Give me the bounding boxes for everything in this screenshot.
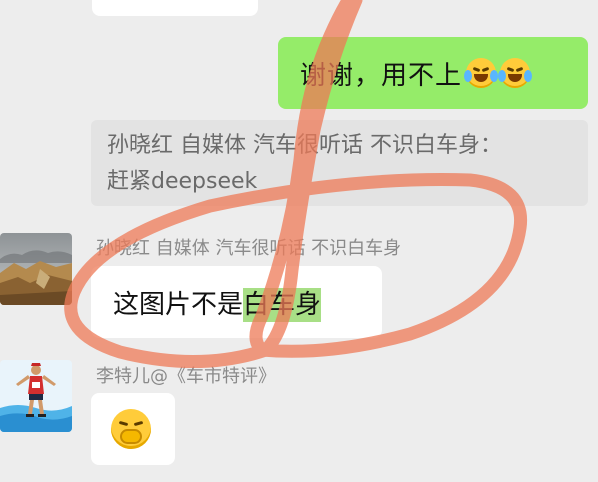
sender-name: 李特儿@《车市特评》 — [96, 366, 276, 387]
incoming-message-text: 这图片不是白车身 — [113, 284, 322, 322]
quoted-message[interactable]: 孙晓红 自媒体 汽车很听话 不识白车身： 赶紧deepseek — [91, 120, 588, 206]
quote-line-1: 孙晓红 自媒体 汽车很听话 不识白车身： — [107, 133, 502, 158]
sender-name: 孙晓红 自媒体 汽车很听话 不识白车身 — [96, 238, 402, 259]
crying-laughing-emoji-icon — [464, 58, 499, 88]
incoming-text-plain: 这图片不是 — [113, 289, 244, 320]
quote-line-2: 赶紧deepseek — [107, 169, 258, 194]
incoming-message-bubble[interactable]: 这图片不是白车身 — [91, 266, 382, 338]
avatar-landscape[interactable] — [0, 233, 72, 305]
chat-window: 谢谢，用不上 孙晓红 自媒体 汽车很听话 不识白车身： 赶紧deepseek 孙… — [0, 0, 598, 482]
hand-over-mouth-emoji-icon — [111, 409, 151, 449]
emoji-message-bubble[interactable] — [91, 393, 175, 465]
avatar-runner[interactable] — [0, 360, 72, 432]
crying-laughing-emoji-icon — [498, 58, 533, 88]
highlighted-text: 白车身 — [243, 287, 322, 322]
outgoing-message-text: 谢谢，用不上 — [300, 60, 463, 91]
previous-message-bubble[interactable] — [92, 0, 258, 16]
outgoing-message-bubble[interactable]: 谢谢，用不上 — [278, 37, 588, 109]
